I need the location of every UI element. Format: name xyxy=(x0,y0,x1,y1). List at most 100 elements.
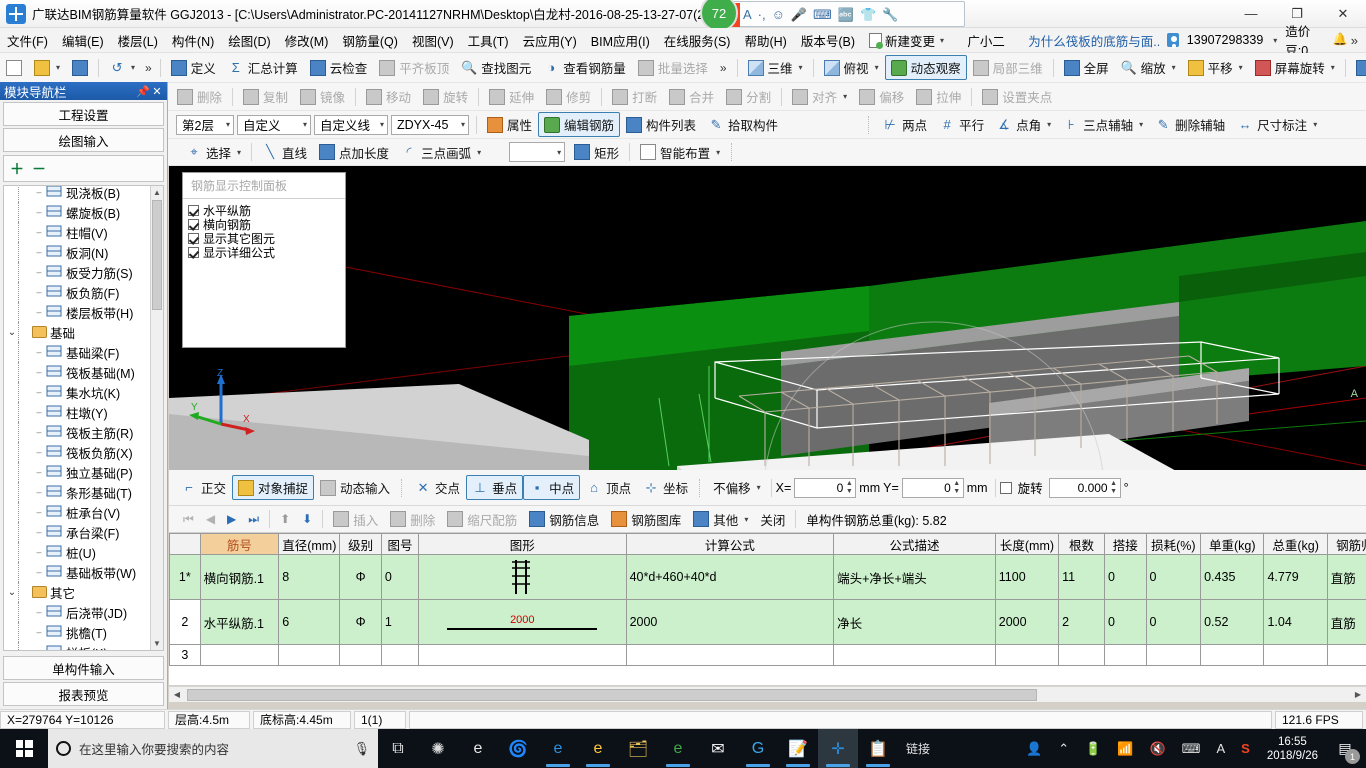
tree-item[interactable]: – 桩承台(V) xyxy=(4,502,150,522)
table-cell-totalweight[interactable]: 1.04 xyxy=(1263,599,1328,645)
row1-overflow-icon[interactable]: » xyxy=(714,61,733,75)
y-spin-up-icon[interactable]: ▲ xyxy=(952,480,962,488)
table-cell-count[interactable]: 2 xyxy=(1058,599,1105,645)
single-component-input-button[interactable]: 单构件输入 xyxy=(3,656,164,680)
bell-icon[interactable] xyxy=(1333,32,1348,47)
ime-language-icon[interactable]: A xyxy=(743,8,752,21)
view-3d-button[interactable]: 三维 ▾ xyxy=(742,55,809,80)
rotate-input[interactable]: 0.000 ▲ ▼ xyxy=(1048,477,1121,498)
move-down-button[interactable]: ⬇ xyxy=(296,510,318,528)
table-cell-loss[interactable]: 0 xyxy=(1145,599,1202,645)
table-cell-shape[interactable] xyxy=(418,644,627,666)
tree-item[interactable]: ⌄ 其它 xyxy=(4,582,150,602)
internet-explorer-icon[interactable]: e xyxy=(578,729,618,768)
table-cell-unitweight[interactable]: 0.52 xyxy=(1200,599,1265,645)
midpoint-snap-toggle[interactable]: ▪ 中点 xyxy=(523,475,581,500)
prev-row-button[interactable]: ◀ xyxy=(200,510,221,528)
table-cell-totalweight[interactable] xyxy=(1263,644,1328,666)
ortho-toggle[interactable]: ⌐ 正交 xyxy=(175,475,232,500)
offset-button[interactable]: 偏移 xyxy=(853,84,910,109)
tree-item[interactable]: – 筏板主筋(R) xyxy=(4,422,150,442)
table-cell-unitweight[interactable]: 0.435 xyxy=(1200,554,1265,600)
3d-viewport[interactable]: Z X Y A xyxy=(169,166,1366,470)
table-header-totalweight[interactable]: 总重(kg) xyxy=(1263,533,1328,555)
first-row-button[interactable]: ⏮ xyxy=(177,510,200,529)
edge-legacy-icon[interactable]: e xyxy=(458,729,498,768)
menu-version[interactable]: 版本号(B) xyxy=(794,28,862,53)
rotate-checkbox[interactable] xyxy=(999,481,1012,494)
volume-muted-icon[interactable]: 🔇 xyxy=(1143,741,1173,757)
table-cell-count[interactable]: 11 xyxy=(1058,554,1105,600)
fullscreen-button[interactable]: 全屏 xyxy=(1058,55,1115,80)
checkbox-icon[interactable] xyxy=(188,246,199,258)
view-top-button[interactable]: 俯视 ▾ xyxy=(818,55,885,80)
table-row[interactable]: 2水平纵筋.16Φ120002000净长20002000.521.04直筋绑扎 xyxy=(169,599,1366,645)
menu-edit[interactable]: 编辑(E) xyxy=(55,28,111,53)
scroll-up-icon[interactable]: ▲ xyxy=(151,186,163,199)
table-header-shape[interactable]: 图形 xyxy=(418,533,627,555)
table-cell-diameter[interactable]: 8 xyxy=(278,554,341,600)
three-point-arc-button[interactable]: ◜ 三点画弧 ▾ xyxy=(395,140,487,165)
table-cell-loss[interactable]: 0 xyxy=(1145,554,1202,600)
tree-item[interactable]: – 集水坑(K) xyxy=(4,382,150,402)
expand-chevron-icon[interactable]: ⌄ xyxy=(6,327,18,338)
stretch-button[interactable]: 拉伸 xyxy=(910,84,967,109)
y-spin-down-icon[interactable]: ▼ xyxy=(952,488,962,496)
scroll-left-icon[interactable]: ◀ xyxy=(169,687,185,703)
table-cell-diameter[interactable]: 6 xyxy=(278,599,341,645)
insert-row-button[interactable]: 插入 xyxy=(327,507,384,532)
expand-chevron-icon[interactable]: ⌄ xyxy=(6,587,18,598)
rotate-spin-up-icon[interactable]: ▲ xyxy=(1109,480,1119,488)
two-point-axis-button[interactable]: ⊬ 两点 xyxy=(876,112,933,137)
split-button[interactable]: 分割 xyxy=(720,84,777,109)
notepad-app-icon[interactable]: 📝 xyxy=(778,729,818,768)
table-header-unitweight[interactable]: 单重(kg) xyxy=(1200,533,1265,555)
mirror-button[interactable]: 镜像 xyxy=(294,84,351,109)
table-cell-grade[interactable]: Φ xyxy=(339,554,382,600)
menu-floor[interactable]: 楼层(L) xyxy=(111,28,165,53)
draw-mode-select[interactable]: ▾ xyxy=(509,142,566,162)
undo-button[interactable]: ↺ ▾ xyxy=(103,57,141,79)
checkbox-icon[interactable] xyxy=(188,218,199,230)
extend-button[interactable]: 延伸 xyxy=(483,84,540,109)
tree-item[interactable]: ⌄ 基础 xyxy=(4,322,150,342)
coordinate-snap-toggle[interactable]: ⊹ 坐标 xyxy=(637,475,694,500)
move-button[interactable]: 移动 xyxy=(360,84,417,109)
intersection-snap-toggle[interactable]: ✕ 交点 xyxy=(409,475,466,500)
collapse-all-icon[interactable]: － xyxy=(32,162,46,176)
tree-item[interactable]: – 现浇板(B) xyxy=(4,186,150,202)
table-cell-count[interactable] xyxy=(1058,644,1105,666)
align-button[interactable]: 对齐 ▾ xyxy=(786,84,853,109)
ime-skin-icon[interactable]: 👕 xyxy=(860,8,876,21)
rebar-display-control-panel[interactable]: 钢筋显示控制面板 水平纵筋 横向钢筋 显示其它图元 显示详细公式 xyxy=(182,172,346,348)
table-cell-grade[interactable]: Φ xyxy=(339,599,382,645)
menu-component[interactable]: 构件(N) xyxy=(165,28,221,53)
table-cell-length[interactable]: 1100 xyxy=(994,554,1060,600)
help-doc-icon[interactable]: 📋 xyxy=(858,729,898,768)
smart-layout-button[interactable]: 智能布置 ▾ xyxy=(634,140,726,165)
table-cell-desc[interactable]: 端头+净长+端头 xyxy=(833,554,996,600)
tree-scrollbar[interactable]: ▲ ▼ xyxy=(150,186,163,650)
type-select[interactable]: 自定义线 ▾ xyxy=(314,114,388,135)
menu-tools[interactable]: 工具(T) xyxy=(461,28,516,53)
checkbox-icon[interactable] xyxy=(188,204,199,216)
table-cell-classify[interactable]: 直筋 xyxy=(1326,599,1366,645)
table-cell-classify[interactable] xyxy=(1326,644,1366,666)
line-tool-button[interactable]: ╲ 直线 xyxy=(256,140,313,165)
table-cell-name[interactable] xyxy=(199,644,280,666)
component-list-button[interactable]: 构件列表 xyxy=(620,112,702,137)
menu-modify[interactable]: 修改(M) xyxy=(278,28,336,53)
battery-icon[interactable]: 🔋 xyxy=(1078,741,1108,757)
dynamic-input-toggle[interactable]: 动态输入 xyxy=(314,475,396,500)
table-cell-loss[interactable] xyxy=(1145,644,1202,666)
table-header-diameter[interactable]: 直径(mm) xyxy=(278,533,341,555)
tree-item[interactable]: – 桩(U) xyxy=(4,542,150,562)
object-snap-toggle[interactable]: 对象捕捉 xyxy=(232,475,315,500)
tree-item[interactable]: – 栏板(K) xyxy=(4,642,150,650)
delete-row-button[interactable]: 删除 xyxy=(384,507,441,532)
menu-draw[interactable]: 绘图(D) xyxy=(221,28,277,53)
table-header-formula[interactable]: 计算公式 xyxy=(625,533,835,555)
checkbox-icon[interactable] xyxy=(188,232,199,244)
table-cell-desc[interactable]: 净长 xyxy=(833,599,996,645)
question-link[interactable]: 为什么筏板的底筋与面.. xyxy=(1021,28,1167,53)
